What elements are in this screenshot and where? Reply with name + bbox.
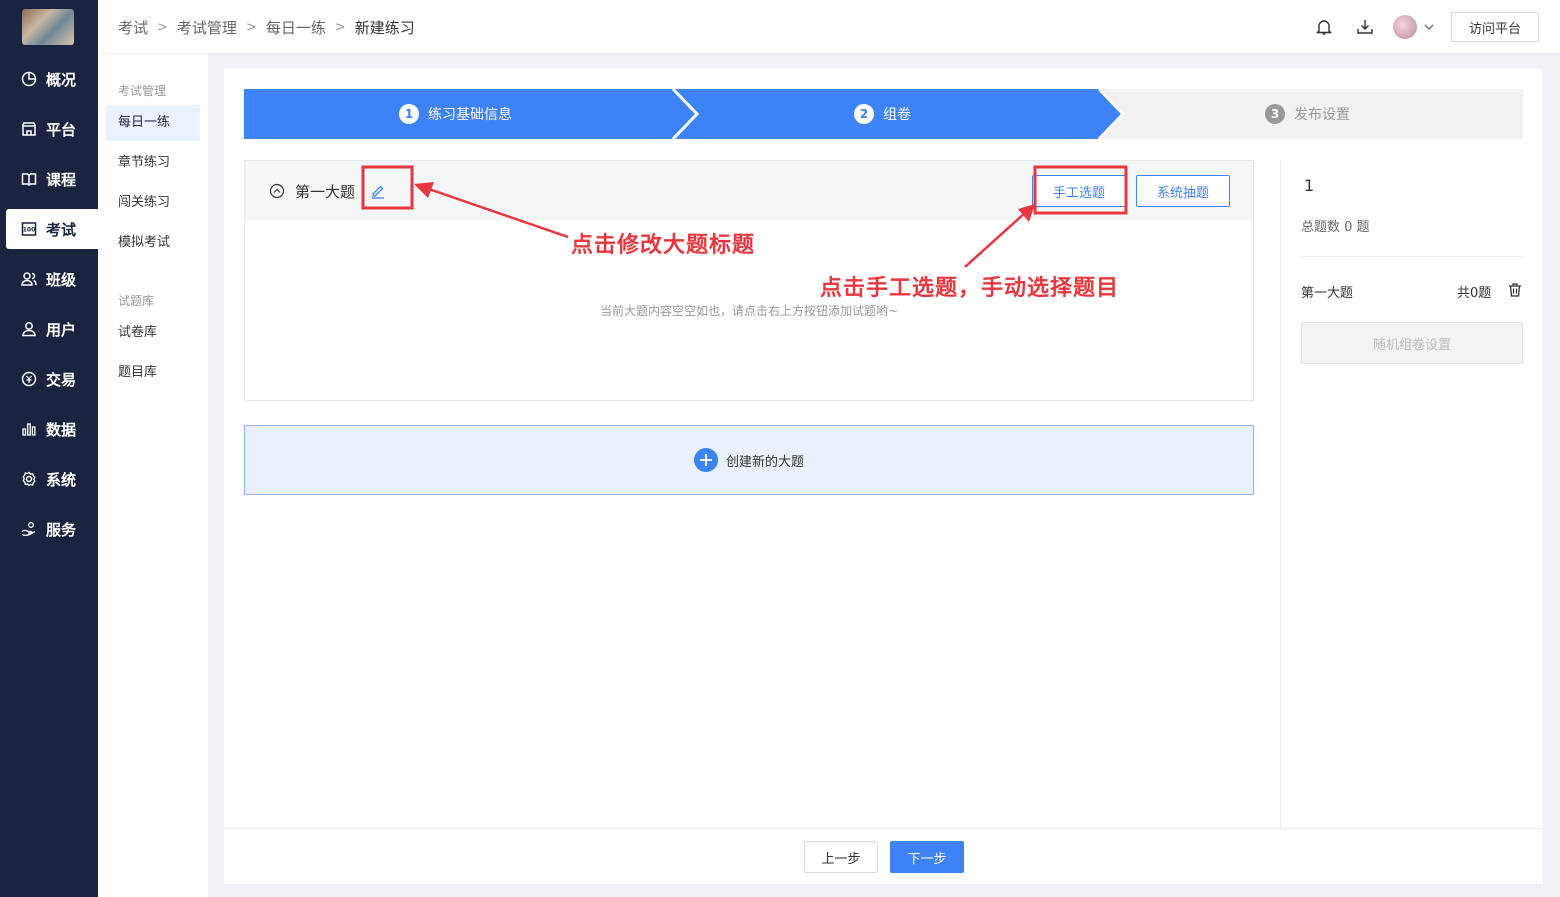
nav-item-label: 数据 (46, 420, 77, 439)
exam-100-icon: 100 (20, 220, 38, 238)
step-label: 发布设置 (1294, 107, 1350, 123)
step-basic-info[interactable]: 1 练习基础信息 (399, 104, 512, 124)
breadcrumb: 考试 > 考试管理 > 每日一练 > 新建练习 (118, 17, 415, 38)
download-icon[interactable] (1355, 17, 1375, 37)
nav-item-label: 课程 (46, 170, 77, 189)
chevron-down-icon[interactable] (1423, 17, 1435, 37)
breadcrumb-item[interactable]: 考试 (118, 17, 148, 38)
top-header: 考试 > 考试管理 > 每日一练 > 新建练习 访问平台 (98, 0, 1560, 54)
collapse-icon[interactable] (269, 183, 285, 199)
subnav-group-title: 试题库 (118, 294, 155, 308)
trash-icon[interactable] (1507, 282, 1523, 298)
subnav-item-daily-practice[interactable]: 每日一练 (106, 105, 200, 141)
next-step-button[interactable]: 下一步 (890, 841, 964, 873)
subnav-item-paper-library[interactable]: 试卷库 (106, 315, 200, 351)
nav-item-platform[interactable]: 平台 (0, 109, 98, 149)
subnav-group-title: 考试管理 (118, 84, 167, 98)
manual-select-button[interactable]: 手工选题 (1032, 175, 1126, 207)
service-hand-icon (20, 520, 38, 538)
book-icon (20, 170, 38, 188)
summary-index: 1 (1304, 176, 1315, 195)
chevron-right-icon: > (157, 20, 168, 35)
nav-item-label: 用户 (46, 320, 77, 339)
nav-item-label: 交易 (46, 370, 77, 389)
summary-total: 总题数 0 题 (1301, 220, 1370, 235)
subnav-item-level-practice[interactable]: 闯关练习 (106, 185, 200, 221)
nav-item-system[interactable]: 系统 (0, 459, 98, 499)
nav-item-label: 考试 (46, 220, 77, 239)
sub-nav: 考试管理 每日一练 章节练习 闯关练习 模拟考试 试题库 试卷库 题目库 (98, 54, 208, 897)
nav-item-service[interactable]: 服务 (0, 509, 98, 549)
question-section-header: 第一大题 手工选题 系统抽题 (245, 161, 1253, 220)
nav-item-exam[interactable]: 100 考试 (6, 209, 98, 249)
subnav-item-chapter-practice[interactable]: 章节练习 (106, 145, 200, 181)
step-number: 1 (399, 104, 419, 124)
annotation-manual-hint: 点击手工选题，手动选择题目 (820, 275, 1120, 301)
nav-item-classes[interactable]: 班级 (0, 259, 98, 299)
step-bar: 1 练习基础信息 2 组卷 3 发布设置 (244, 89, 1523, 139)
divider (1301, 256, 1523, 257)
footer-bar: 上一步 下一步 (224, 828, 1543, 884)
visit-platform-button[interactable]: 访问平台 (1451, 12, 1539, 42)
nav-item-label: 班级 (46, 270, 77, 289)
nav-item-label: 概况 (46, 70, 77, 89)
random-compose-button[interactable]: 随机组卷设置 (1301, 322, 1523, 364)
nav-item-users[interactable]: 用户 (0, 309, 98, 349)
create-section-label: 创建新的大题 (725, 454, 804, 470)
breadcrumb-item[interactable]: 每日一练 (266, 17, 326, 38)
empty-tip: 当前大题内容空空如也，请点击右上方按钮添加试题哟~ (599, 304, 899, 318)
breadcrumb-current: 新建练习 (354, 19, 415, 37)
breadcrumb-item[interactable]: 考试管理 (177, 17, 237, 38)
nav-item-label: 系统 (46, 470, 77, 489)
create-section-button[interactable]: 创建新的大题 (244, 425, 1254, 495)
nav-item-trade[interactable]: 交易 (0, 359, 98, 399)
chevron-right-icon: > (245, 20, 257, 35)
section-title: 第一大题 (295, 183, 356, 201)
step-label: 组卷 (883, 107, 911, 123)
logo[interactable] (22, 9, 74, 45)
main-nav: 概况 平台 课程 100 考试 班级 用户 交易 数据 系统 服务 (0, 0, 98, 897)
divider (1280, 160, 1281, 828)
step-number: 3 (1265, 104, 1285, 124)
user-icon (20, 320, 38, 338)
chevron-right-icon: > (334, 20, 346, 35)
nav-item-overview[interactable]: 概况 (0, 59, 98, 99)
subnav-item-mock-exam[interactable]: 模拟考试 (106, 225, 200, 261)
trade-icon (20, 370, 38, 388)
step-label: 练习基础信息 (428, 107, 512, 123)
summary-section-count: 共0题 (1457, 286, 1492, 301)
edit-pencil-icon[interactable] (370, 183, 386, 199)
pie-chart-icon (20, 70, 38, 88)
nav-item-courses[interactable]: 课程 (0, 159, 98, 199)
nav-item-data[interactable]: 数据 (0, 409, 98, 449)
plus-circle-icon (693, 448, 718, 472)
svg-text:100: 100 (23, 227, 36, 234)
avatar[interactable] (1393, 15, 1417, 39)
nav-item-label: 服务 (46, 520, 77, 539)
bell-icon[interactable] (1314, 17, 1334, 37)
summary-section-name[interactable]: 第一大题 (1301, 282, 1353, 301)
users-icon (20, 270, 38, 288)
system-draw-button[interactable]: 系统抽题 (1136, 175, 1230, 207)
annotation-edit-hint: 点击修改大题标题 (571, 232, 756, 258)
store-icon (20, 120, 38, 138)
main-content: 1 练习基础信息 2 组卷 3 发布设置 第一大题 手工选题 系统抽题 当前大题… (224, 69, 1543, 884)
bar-chart-icon (20, 420, 38, 438)
gear-icon (20, 470, 38, 488)
step-number: 2 (854, 104, 874, 124)
prev-step-button[interactable]: 上一步 (804, 841, 878, 873)
subnav-item-question-library[interactable]: 题目库 (106, 355, 200, 391)
nav-item-label: 平台 (46, 120, 77, 139)
step-compose-paper[interactable]: 2 组卷 (854, 104, 911, 124)
step-publish-settings[interactable]: 3 发布设置 (1265, 104, 1350, 124)
